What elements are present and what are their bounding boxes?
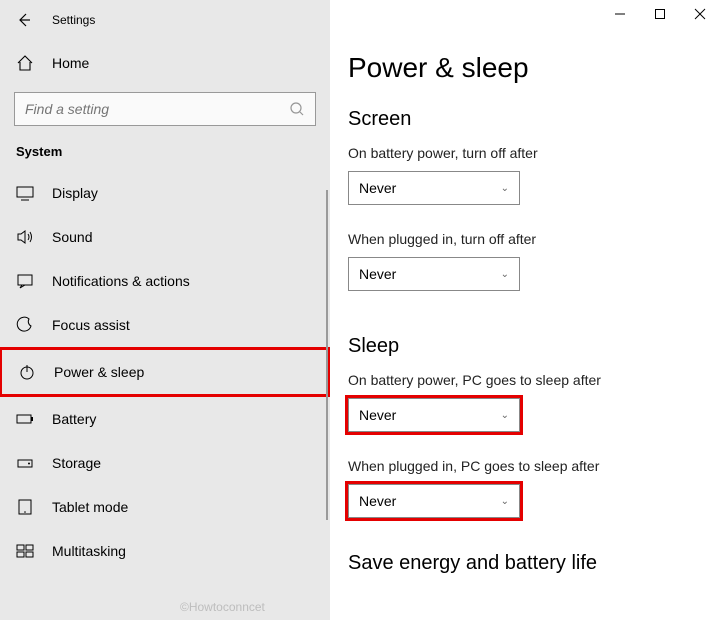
sidebar-item-label: Power & sleep [54,364,144,380]
sidebar-item-label: Multitasking [52,543,126,559]
search-box[interactable] [14,92,316,126]
sidebar-item-label: Sound [52,229,92,245]
watermark: ©Howtoconncet [180,600,265,614]
sidebar-item-storage[interactable]: Storage [0,441,330,485]
sidebar-item-label: Battery [52,411,96,427]
sidebar-item-display[interactable]: Display [0,171,330,215]
sleep-plugged-dropdown[interactable]: Never ⌄ [348,484,520,518]
search-icon [289,101,305,117]
dropdown-value: Never [359,180,396,196]
maximize-icon[interactable] [654,8,668,20]
sidebar-item-sound[interactable]: Sound [0,215,330,259]
chevron-down-icon: ⌄ [501,496,509,507]
minimize-icon[interactable] [614,8,628,20]
sleep-battery-label: On battery power, PC goes to sleep after [348,372,696,388]
display-icon [16,184,34,202]
storage-icon [16,454,34,472]
dropdown-value: Never [359,407,396,423]
titlebar: Settings [0,0,330,40]
back-arrow-icon[interactable] [16,12,32,28]
sleep-battery-dropdown[interactable]: Never ⌄ [348,398,520,432]
sidebar-item-notifications[interactable]: Notifications & actions [0,259,330,303]
sleep-plugged-label: When plugged in, PC goes to sleep after [348,458,696,474]
home-nav[interactable]: Home [0,40,330,86]
screen-battery-dropdown[interactable]: Never ⌄ [348,171,520,205]
sleep-heading: Sleep [348,335,696,358]
sidebar-item-label: Notifications & actions [52,273,190,289]
power-icon [18,363,36,381]
chevron-down-icon: ⌄ [501,183,509,194]
screen-battery-label: On battery power, turn off after [348,145,696,161]
home-icon [16,54,34,72]
energy-heading: Save energy and battery life [348,552,696,575]
focus-assist-icon [16,316,34,334]
sidebar-item-label: Focus assist [52,317,130,333]
notifications-icon [16,272,34,290]
screen-heading: Screen [348,108,696,131]
sidebar-item-multitasking[interactable]: Multitasking [0,529,330,573]
screen-plugged-label: When plugged in, turn off after [348,231,696,247]
sidebar-item-tablet-mode[interactable]: Tablet mode [0,485,330,529]
home-label: Home [52,55,89,71]
sidebar-item-power-sleep[interactable]: Power & sleep [0,347,330,397]
sidebar-item-label: Tablet mode [52,499,128,515]
sidebar-item-label: Storage [52,455,101,471]
chevron-down-icon: ⌄ [501,410,509,421]
main-panel: Power & sleep Screen On battery power, t… [330,0,714,620]
dropdown-value: Never [359,266,396,282]
battery-icon [16,410,34,428]
chevron-down-icon: ⌄ [501,269,509,280]
section-label: System [0,144,330,171]
close-icon[interactable] [694,8,708,20]
sidebar-item-label: Display [52,185,98,201]
search-input[interactable] [25,101,289,117]
screen-plugged-dropdown[interactable]: Never ⌄ [348,257,520,291]
sidebar: Settings Home System Display Sound Notif… [0,0,330,620]
sidebar-item-focus-assist[interactable]: Focus assist [0,303,330,347]
sound-icon [16,228,34,246]
multitasking-icon [16,542,34,560]
page-title: Power & sleep [348,52,696,84]
tablet-icon [16,498,34,516]
window-controls [614,8,708,20]
app-title: Settings [52,13,95,27]
dropdown-value: Never [359,493,396,509]
scroll-indicator [326,190,328,520]
sidebar-item-battery[interactable]: Battery [0,397,330,441]
